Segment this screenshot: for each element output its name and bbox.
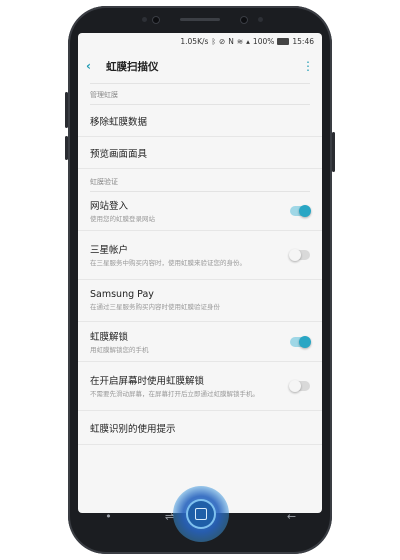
battery-icon	[277, 37, 290, 45]
item-title: 虹膜解锁	[90, 331, 129, 343]
clock: 15:46	[292, 36, 314, 46]
home-icon	[195, 508, 207, 520]
bluetooth-icon: ᛒ	[211, 36, 216, 46]
front-camera-icon	[240, 16, 248, 24]
web-login-toggle[interactable]	[290, 205, 311, 217]
power-button	[332, 132, 335, 172]
nfc-icon: N	[228, 36, 234, 46]
app-bar: ‹ 虹膜扫描仪 ⋮	[78, 49, 322, 83]
item-subtitle: 在通过三星服务购买内容时使用虹膜验证身份	[90, 303, 220, 312]
item-subtitle: 使用您的虹膜登录网站	[90, 215, 155, 224]
iris-led	[258, 17, 263, 22]
item-title: 预览画面面具	[90, 148, 148, 160]
back-arrow-icon[interactable]: ‹	[86, 59, 106, 73]
wifi-icon: ≋	[236, 36, 244, 46]
signal-icon: ▴	[246, 36, 250, 46]
item-title: 三星帐户	[90, 245, 129, 257]
item-title: 移除虹膜数据	[90, 116, 148, 128]
status-bar: 1.05K/s ᛒ ⊘ N ≋ ▴ 100% 15:46	[78, 33, 322, 49]
iris-camera-icon	[152, 16, 160, 24]
more-options-icon[interactable]: ⋮	[302, 59, 314, 73]
nav-dot-icon[interactable]: •	[89, 510, 129, 523]
back-icon[interactable]: ←	[272, 510, 312, 523]
list-item-iris-tips[interactable]: 虹膜识别的使用提示	[78, 411, 322, 445]
list-item-samsung-pay[interactable]: Samsung Pay 在通过三星服务购买内容时使用虹膜验证身份	[78, 280, 322, 322]
item-title: Samsung Pay	[90, 289, 154, 301]
section-title-manage: 管理虹膜	[90, 91, 118, 99]
toggle-knob	[299, 205, 311, 217]
toggle-knob	[289, 380, 301, 392]
unlock-on-screen-on-toggle[interactable]	[289, 380, 310, 392]
list-item-iris-unlock[interactable]: 虹膜解锁 用虹膜解锁您的手机	[78, 322, 322, 362]
item-subtitle: 不需要先滑动屏幕，在屏幕打开后立即通过虹膜解锁手机。	[90, 390, 259, 399]
toggle-knob	[289, 249, 301, 261]
bixby-button	[65, 136, 68, 160]
list-item-web-login[interactable]: 网站登入 使用您的虹膜登录网站	[78, 192, 322, 231]
toggle-knob	[299, 335, 311, 348]
mute-icon: ⊘	[218, 36, 226, 46]
screen: 1.05K/s ᛒ ⊘ N ≋ ▴ 100% 15:46 ‹ 虹膜扫描仪 ⋮ 管…	[78, 33, 322, 513]
item-subtitle: 用虹膜解锁您的手机	[90, 345, 149, 354]
volume-button	[65, 92, 68, 128]
item-subtitle: 在三星服务中购买内容时，使用虹膜来验证您的身份。	[90, 259, 246, 268]
item-title: 网站登入	[90, 201, 129, 213]
samsung-account-toggle[interactable]	[289, 249, 310, 261]
item-title: 虹膜识别的使用提示	[90, 423, 176, 435]
item-title: 在开启屏幕时使用虹膜解锁	[90, 376, 205, 388]
list-item-preview-mask[interactable]: 预览画面面具	[78, 137, 322, 169]
battery-percent: 100%	[252, 36, 275, 46]
proximity-sensor	[142, 17, 147, 22]
network-speed: 1.05K/s	[180, 36, 209, 46]
section-title-verify: 虹膜验证	[90, 178, 118, 186]
list-item-unlock-on-screen-on[interactable]: 在开启屏幕时使用虹膜解锁 不需要先滑动屏幕，在屏幕打开后立即通过虹膜解锁手机。	[78, 362, 322, 411]
list-item-samsung-account[interactable]: 三星帐户 在三星服务中购买内容时，使用虹膜来验证您的身份。	[78, 231, 322, 280]
iris-unlock-toggle[interactable]	[290, 335, 311, 348]
list-item-remove-iris[interactable]: 移除虹膜数据	[78, 105, 322, 137]
page-title: 虹膜扫描仪	[106, 60, 159, 73]
earpiece-speaker	[180, 18, 220, 21]
phone-frame: 1.05K/s ᛒ ⊘ N ≋ ▴ 100% 15:46 ‹ 虹膜扫描仪 ⋮ 管…	[65, 6, 335, 554]
